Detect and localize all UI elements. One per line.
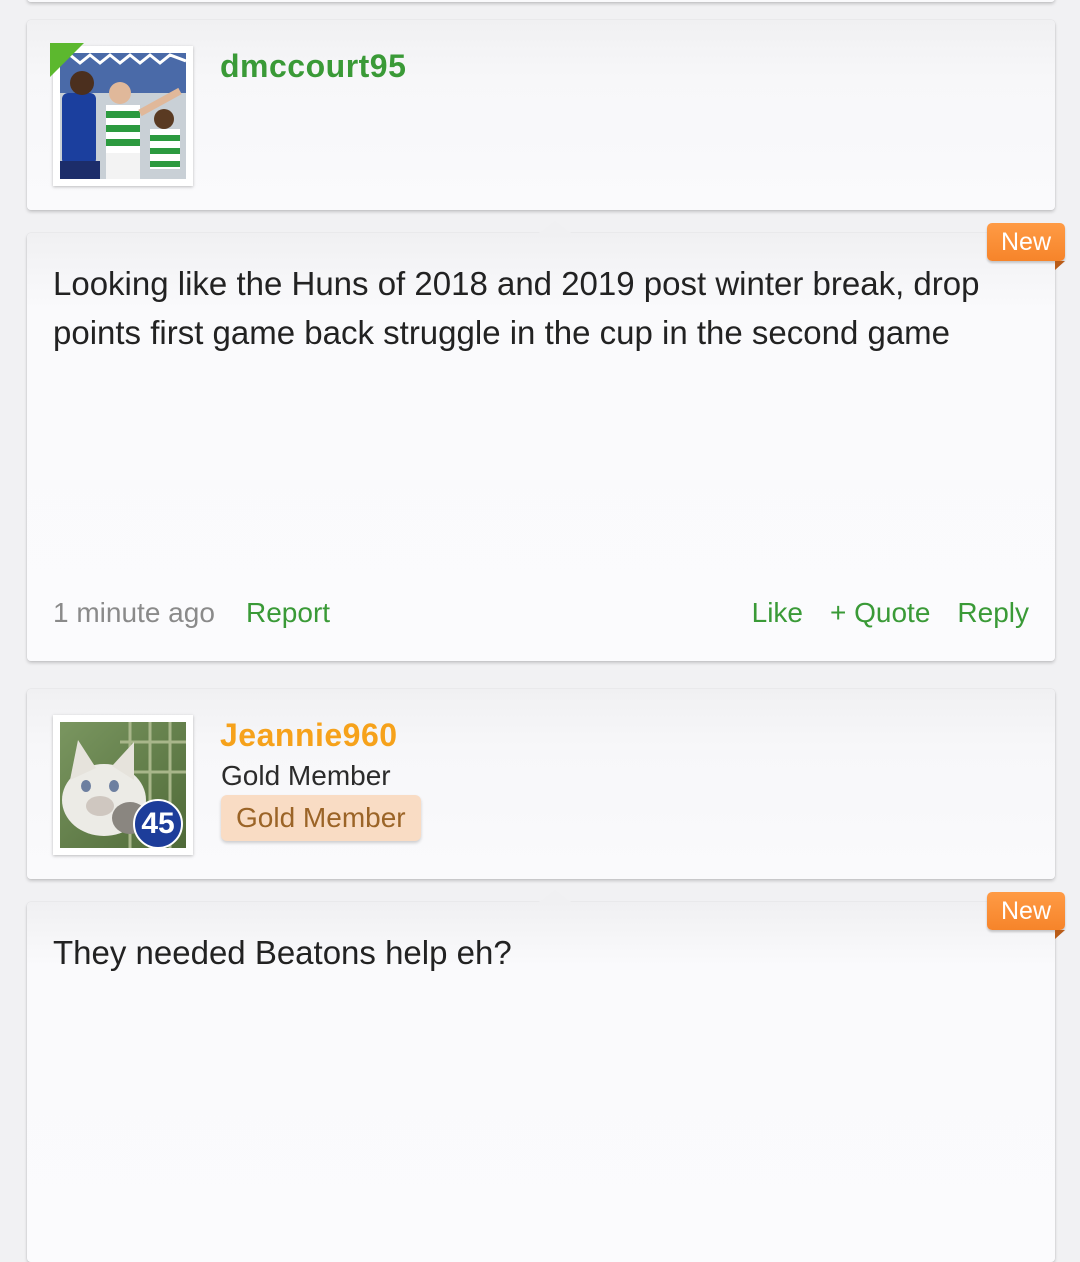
avatar[interactable]: 45 [53,715,193,855]
avatar[interactable] [50,43,193,186]
quote-button[interactable]: + Quote [830,597,930,629]
online-indicator-icon [50,43,84,77]
member-rank: Gold Member [221,760,391,791]
level-badge: 45 [133,799,183,849]
post-author-card: dmccourt95 [27,20,1055,210]
post-body: Looking like the Huns of 2018 and 2019 p… [53,265,980,351]
post-footer: 1 minute ago Report Like + Quote Reply [53,597,1029,637]
post-card: New They needed Beatons help eh? [27,889,1065,1262]
post-card: New Looking like the Huns of 2018 and 20… [27,220,1065,661]
post-author-card: 45 Jeannie960 Gold Member Gold Member [27,689,1055,879]
like-button[interactable]: Like [752,597,803,629]
level-number: 45 [141,807,175,840]
previous-post-card [27,0,1055,2]
report-link[interactable]: Report [246,597,330,629]
new-badge: New [987,223,1065,270]
post-actions: Like + Quote Reply [752,597,1029,629]
rank-badge: Gold Member [221,795,421,841]
speech-pointer [539,889,571,902]
post-body: They needed Beatons help eh? [53,934,512,971]
new-badge: New [987,892,1065,939]
speech-pointer [539,220,571,233]
reply-button[interactable]: Reply [957,597,1029,629]
post-time: 1 minute ago [53,597,215,628]
username[interactable]: dmccourt95 [220,48,406,85]
username[interactable]: Jeannie960 [220,717,398,754]
